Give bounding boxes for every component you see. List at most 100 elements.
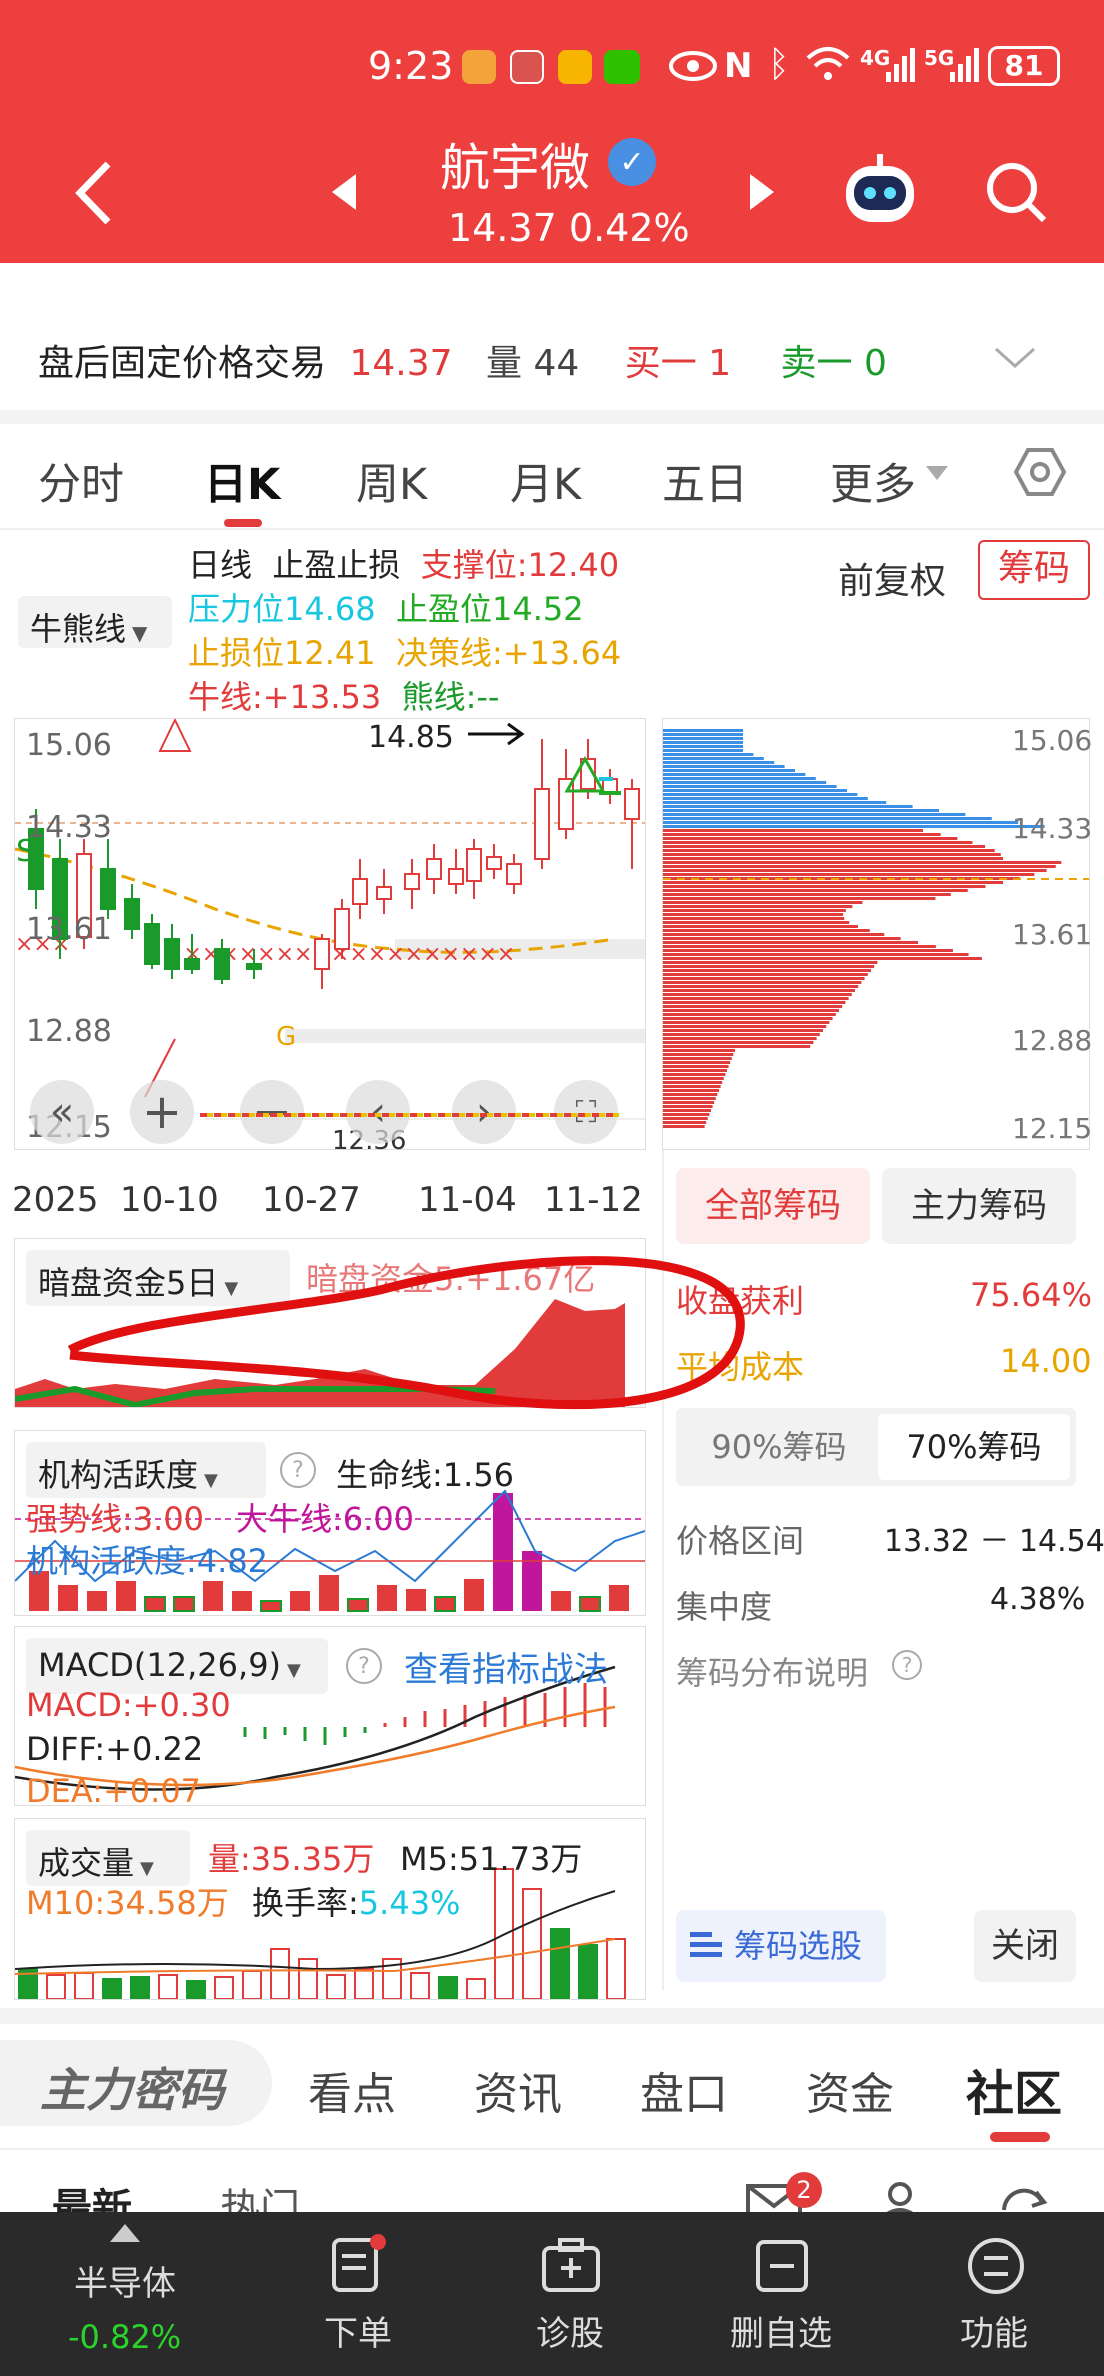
tab-more[interactable]: 更多	[830, 450, 916, 512]
concentration-label: 集中度	[676, 1588, 773, 1626]
chip-bar	[663, 937, 901, 940]
chip-bar	[663, 793, 858, 796]
user-icon[interactable]	[876, 2180, 924, 2212]
search-icon[interactable]	[984, 160, 1048, 224]
tab-weekly-k[interactable]: 周K	[356, 450, 427, 512]
support-level: 支撑位:12.40	[420, 546, 620, 584]
status-time: 9:23	[368, 44, 454, 88]
chip-bar	[663, 741, 743, 744]
takeprofit-level: 止盈位14.52	[395, 590, 584, 628]
next-stock-icon[interactable]	[748, 172, 776, 212]
tab-five-day[interactable]: 五日	[662, 450, 748, 512]
chip-bar	[663, 1069, 727, 1072]
chip-bar	[663, 849, 995, 852]
tab-active-indicator	[990, 2132, 1050, 2142]
chip-bar	[663, 833, 941, 836]
tab-news[interactable]: 资讯	[474, 2058, 562, 2122]
tab-community[interactable]: 社区	[966, 2054, 1062, 2124]
inst-bar	[203, 1581, 223, 1611]
tab-highlights[interactable]: 看点	[308, 2058, 396, 2122]
indicator-line3: 止损位12.41 决策线:+13.64	[188, 628, 621, 674]
candle-body	[448, 868, 464, 885]
fuquan-toggle[interactable]: 前复权	[838, 552, 946, 604]
sector-name[interactable]: 半导体	[74, 2256, 176, 2305]
tab-monthly-k[interactable]: 月K	[510, 450, 581, 512]
chip-bar	[663, 965, 875, 968]
chip-bar	[663, 853, 1001, 856]
indicator-dropdown[interactable]: 牛熊线 ▼	[18, 596, 172, 648]
volume-dropdown-label: 成交量	[38, 1844, 135, 1882]
chip-bar	[663, 1021, 830, 1024]
scroll-left-icon[interactable]: «	[30, 1080, 94, 1144]
tab-funds[interactable]: 资金	[806, 2058, 894, 2122]
chip-bar	[663, 981, 862, 984]
volume-value: 量:35.35万	[208, 1840, 375, 1878]
chip-bar	[663, 789, 847, 792]
inst-dropdown-label: 机构活跃度	[38, 1456, 199, 1494]
inst-bar	[522, 1551, 542, 1611]
settings-icon[interactable]	[1014, 446, 1066, 498]
chip-bar	[663, 1037, 817, 1040]
robot-assistant-icon[interactable]	[840, 152, 920, 228]
volume-bar	[186, 1980, 206, 2000]
chip-y-tick: 12.88	[1012, 1024, 1093, 1057]
chip-bar	[663, 797, 868, 800]
pct70-button[interactable]: 70%筹码	[878, 1414, 1070, 1480]
nav-remove-watchlist[interactable]: 删自选	[730, 2306, 832, 2355]
after-hours-row[interactable]: 盘后固定价格交易 14.37 量 44 买一 1 卖一 0	[38, 334, 887, 386]
chip-bar	[663, 897, 936, 900]
kline-y-tick: 12.88	[26, 1014, 112, 1049]
chips-toggle-button[interactable]: 筹码	[978, 540, 1090, 600]
chip-bar	[663, 1073, 726, 1076]
signal-icon	[886, 48, 915, 82]
tab-main-code[interactable]: 主力密码	[40, 2054, 224, 2120]
arrow-up-icon	[110, 2224, 140, 2242]
tab-order-book[interactable]: 盘口	[640, 2058, 728, 2122]
tab-main-chips[interactable]: 主力筹码	[882, 1168, 1076, 1244]
turnover-label: 换手率:5.43%	[252, 1878, 460, 1924]
volume-bar	[410, 1972, 430, 2000]
chip-bar	[663, 845, 986, 848]
back-icon[interactable]	[72, 160, 116, 226]
high-price-label: 14.85	[368, 720, 454, 755]
chip-explain-link[interactable]: 筹码分布说明	[676, 1648, 868, 1694]
help-icon[interactable]: ?	[280, 1452, 316, 1488]
chip-bar	[663, 1089, 719, 1092]
chip-bar	[663, 817, 992, 820]
turnover-value: 5.43%	[358, 1884, 461, 1922]
chip-bar	[663, 945, 936, 948]
candle-body	[164, 938, 180, 970]
chip-y-tick: 13.61	[1012, 918, 1093, 951]
refresh-icon[interactable]	[998, 2180, 1048, 2212]
volume-bar	[326, 1974, 346, 2000]
chip-bar	[663, 869, 1047, 872]
chip-bar	[663, 1093, 718, 1096]
chevron-down-icon[interactable]	[994, 346, 1036, 370]
prev-stock-icon[interactable]	[330, 172, 358, 212]
chip-bar	[663, 1025, 827, 1028]
chip-bar	[663, 773, 806, 776]
macd-strategy-link[interactable]: 查看指标战法	[404, 1642, 608, 1691]
inst-dropdown[interactable]: 机构活跃度 ▼	[26, 1442, 266, 1498]
chip-bar	[663, 1081, 723, 1084]
help-icon[interactable]: ?	[346, 1648, 382, 1684]
diff-value: DIFF:+0.22	[26, 1730, 204, 1768]
tab-daily-k[interactable]: 日K	[204, 450, 280, 512]
help-icon[interactable]: ?	[892, 1650, 922, 1680]
nav-diagnose[interactable]: 诊股	[536, 2306, 604, 2355]
indicator-line4: 牛线:+13.53 熊线:--	[188, 672, 499, 718]
app-notif-icon-2	[558, 50, 592, 84]
tab-fenshi[interactable]: 分时	[38, 450, 124, 512]
bear-line: 熊线:--	[401, 678, 500, 716]
zoom-in-icon[interactable]: +	[130, 1080, 194, 1144]
chip-bar	[663, 1033, 820, 1036]
m10-value: M10:34.58万	[26, 1884, 229, 1922]
nav-function[interactable]: 功能	[960, 2306, 1028, 2355]
nav-order[interactable]: 下单	[324, 2306, 392, 2355]
close-chips-button[interactable]: 关闭	[974, 1910, 1076, 1982]
chip-bar	[663, 829, 923, 832]
stock-price: 14.37	[448, 206, 557, 250]
chip-bar	[663, 917, 845, 920]
chip-bar	[663, 837, 958, 840]
after-hours-vol: 44	[533, 343, 580, 384]
